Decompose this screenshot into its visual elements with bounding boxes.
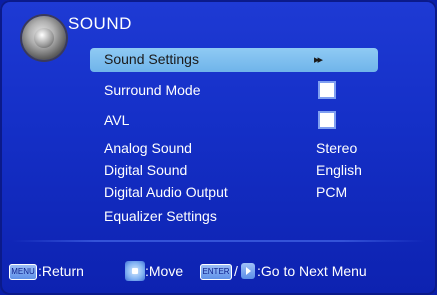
digital-audio-output-value: PCM (316, 184, 348, 200)
menu-item-equalizer-settings[interactable]: Equalizer Settings (90, 205, 378, 229)
right-arrow-key-icon (241, 263, 255, 279)
menu-item-surround-mode[interactable]: Surround Mode (90, 79, 378, 103)
page-title: SOUND (68, 14, 132, 33)
return-hint: :Return (38, 263, 84, 279)
menu-item-digital-sound[interactable]: Digital Sound English (90, 159, 378, 183)
avl-checkbox[interactable] (318, 111, 336, 129)
menu-item-label: Surround Mode (104, 82, 201, 98)
menu-item-label: Equalizer Settings (104, 208, 217, 224)
analog-sound-value: Stereo (316, 140, 358, 156)
menu-item-label: Digital Audio Output (104, 184, 228, 200)
menu-item-digital-audio-output[interactable]: Digital Audio Output PCM (90, 181, 378, 205)
menu-item-label: Analog Sound (104, 140, 192, 156)
menu-item-label: Digital Sound (104, 162, 188, 178)
menu-item-label: AVL (104, 112, 130, 128)
navigation-pad-icon (125, 261, 145, 281)
slash-separator: / (234, 263, 238, 279)
enter-key-icon: ENTER (200, 264, 232, 280)
menu-item-avl[interactable]: AVL (90, 109, 378, 133)
menu-key-icon: MENU (9, 264, 37, 280)
digital-sound-value: English (316, 162, 362, 178)
speaker-icon (22, 16, 66, 60)
surround-mode-checkbox[interactable] (318, 81, 336, 99)
next-menu-hint: :Go to Next Menu (257, 263, 367, 279)
move-hint: :Move (145, 263, 184, 279)
submenu-arrow-icon: ▸▸ (314, 54, 323, 66)
menu-item-analog-sound[interactable]: Analog Sound Stereo (90, 137, 378, 161)
menu-item-label: Sound Settings (104, 51, 199, 67)
menu-item-sound-settings[interactable]: Sound Settings ▸▸ (90, 48, 378, 72)
footer-divider (12, 240, 425, 242)
